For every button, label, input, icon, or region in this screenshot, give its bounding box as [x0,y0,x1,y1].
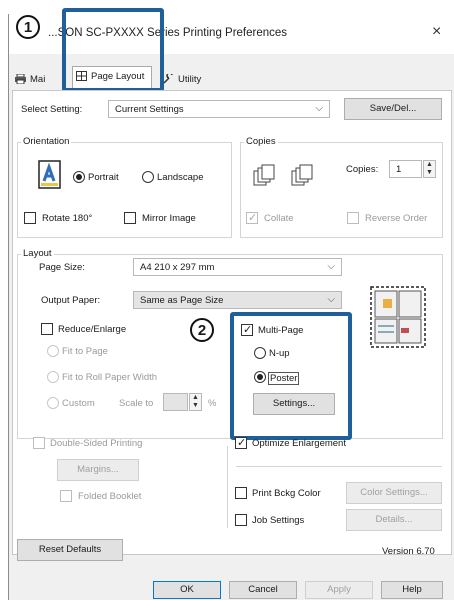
custom-scale-label: Custom [62,398,95,409]
tab-utility[interactable]: Utility [160,70,205,90]
callout-badge-2: 2 [190,318,214,342]
fit-roll-width-radio[interactable] [47,371,59,383]
copies-label: Copies: [346,164,379,175]
copies-input[interactable]: 1 [389,160,422,178]
section-divider [227,446,228,528]
page-size-label: Page Size: [39,262,85,273]
portrait-radio[interactable] [73,171,85,183]
poster-label: Poster [268,372,300,385]
tab-utility-label: Utility [178,74,202,85]
fit-to-page-radio[interactable] [47,345,59,357]
output-paper-value: Same as Page Size [140,295,224,306]
landscape-radio[interactable] [142,171,154,183]
poster-radio[interactable] [254,371,266,383]
output-paper-label: Output Paper: [41,295,101,306]
reduce-enlarge-checkbox[interactable] [41,323,53,335]
optimize-enlargement-label: Optimize Enlargement [252,438,346,449]
printer-icon [15,74,26,84]
fit-to-page-label: Fit to Page [62,346,108,357]
mirror-image-checkbox[interactable] [124,212,136,224]
scale-unit: % [208,398,217,409]
page-size-dropdown[interactable]: A4 210 x 297 mm ⌵ [133,258,342,276]
chevron-down-icon: ⌵ [315,103,323,114]
job-settings-label: Job Settings [252,515,305,526]
copies-preview-icon [253,164,313,186]
landscape-label: Landscape [157,172,204,183]
wrench-icon [163,74,173,84]
mirror-image-label: Mirror Image [142,213,196,224]
reset-defaults-button[interactable]: Reset Defaults [17,539,123,561]
print-bkg-color-label: Print Bckg Color [252,488,321,499]
reduce-enlarge-label: Reduce/Enlarge [58,324,127,335]
custom-scale-radio[interactable] [47,397,59,409]
rotate-180-checkbox[interactable] [24,212,36,224]
double-sided-label: Double-Sided Printing [50,438,143,449]
copies-group-label: Copies [244,136,278,147]
portrait-label: Portrait [88,172,119,183]
n-up-label: N-up [269,348,290,359]
cancel-button[interactable]: Cancel [229,581,297,599]
section-divider [236,466,442,467]
layout-preview-icon [370,286,426,348]
driver-version: Version 6.70 [382,546,435,557]
select-setting-dropdown[interactable]: Current Settings ⌵ [108,100,330,118]
scale-to-label: Scale to [119,398,154,409]
copies-stepper[interactable]: ▲ ▼ [423,160,436,178]
callout-badge-1: 1 [16,15,40,39]
orientation-group-label: Orientation [21,136,72,147]
multi-page-label: Multi-Page [258,325,304,336]
ok-button[interactable]: OK [153,581,221,599]
help-button[interactable]: Help [381,581,443,599]
folded-booklet-checkbox[interactable] [60,490,72,502]
output-paper-dropdown[interactable]: Same as Page Size ⌵ [133,291,342,309]
margins-button[interactable]: Margins... [57,459,139,481]
tab-main[interactable]: Mai [12,70,49,90]
select-setting-label: Select Setting: [21,104,83,115]
print-bkg-color-checkbox[interactable] [235,487,247,499]
collate-label: Collate [264,213,294,224]
n-up-radio[interactable] [254,347,266,359]
optimize-enlargement-checkbox[interactable] [235,436,247,449]
reverse-order-label: Reverse Order [365,213,428,224]
collate-checkbox[interactable] [246,211,258,224]
chevron-down-icon: ⌵ [327,261,335,272]
select-setting-value: Current Settings [115,104,184,115]
folded-booklet-label: Folded Booklet [78,491,142,502]
multi-page-checkbox[interactable] [241,323,253,336]
job-settings-checkbox[interactable] [235,514,247,526]
color-settings-button[interactable]: Color Settings... [346,482,442,504]
details-button[interactable]: Details... [346,509,442,531]
save-del-button[interactable]: Save/Del... [344,98,442,120]
tab-main-label: Mai [30,74,46,85]
layout-group-label: Layout [21,248,54,259]
reverse-order-checkbox[interactable] [347,212,359,224]
callout-highlight-tab [62,8,164,92]
double-sided-checkbox[interactable] [33,437,45,449]
scale-input[interactable] [163,393,188,411]
page-size-value: A4 210 x 297 mm [140,262,215,273]
fit-roll-width-label: Fit to Roll Paper Width [62,372,158,383]
scale-stepper[interactable]: ▲ ▼ [189,393,202,411]
layout-settings-button[interactable]: Settings... [253,393,335,415]
close-icon[interactable]: × [432,23,441,41]
portrait-preview-icon [38,160,61,189]
apply-button[interactable]: Apply [305,581,373,599]
rotate-180-label: Rotate 180° [42,213,93,224]
chevron-down-icon: ⌵ [327,294,335,305]
